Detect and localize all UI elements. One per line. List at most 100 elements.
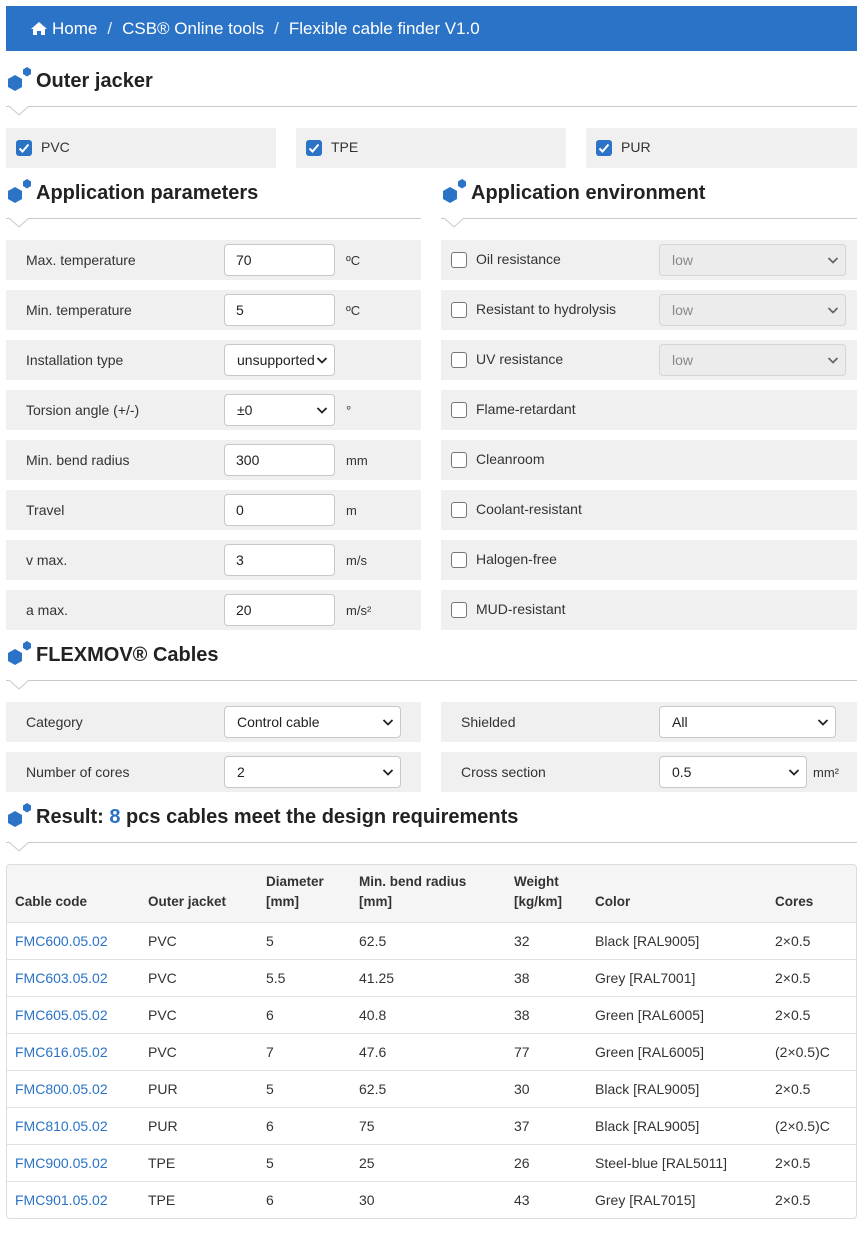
checkbox-uv-resistance[interactable] [451, 352, 467, 368]
chevron-down-icon [382, 719, 394, 726]
cell-diameter: 6 [258, 995, 351, 1033]
cable-code-link[interactable]: FMC810.05.02 [15, 1118, 108, 1134]
check-icon [308, 143, 320, 153]
param-label: v max. [26, 552, 68, 568]
filter-number-of-cores: Number of cores 2 [6, 752, 421, 792]
header-unit: [kg/km] [514, 893, 563, 909]
checkbox-hydrolysis[interactable] [451, 302, 467, 318]
cell-outer-jacket: PUR [140, 1069, 258, 1107]
select-value: low [672, 302, 694, 318]
cable-code-link[interactable]: FMC900.05.02 [15, 1155, 108, 1171]
checkbox-tpe[interactable] [306, 140, 322, 156]
cross-section-select[interactable]: 0.5 [659, 756, 807, 788]
hexagon-dots-icon [8, 641, 31, 665]
cell-color: Green [RAL6005] [587, 1032, 767, 1070]
jacket-option-pur[interactable]: PUR [586, 128, 857, 168]
cell-diameter: 7 [258, 1032, 351, 1070]
cell-outer-jacket: PVC [140, 958, 258, 996]
checkbox-pur[interactable] [596, 140, 612, 156]
env-flame-retardant: Flame-retardant [441, 390, 857, 430]
result-suffix: pcs cables meet the design requirements [126, 806, 519, 828]
cell-color: Black [RAL9005] [587, 921, 767, 959]
param-travel: Travel 0 m [6, 490, 421, 530]
hexagon-dots-icon [8, 67, 31, 91]
category-select[interactable]: Control cable [224, 706, 401, 738]
param-label: a max. [26, 602, 69, 618]
travel-input[interactable]: 0 [224, 494, 335, 526]
cable-code-link[interactable]: FMC800.05.02 [15, 1081, 108, 1097]
divider-notch [443, 218, 465, 228]
checkbox-label: PUR [621, 139, 651, 155]
cell-cable-code: FMC605.05.02 [7, 995, 140, 1033]
hydrolysis-select[interactable]: low [659, 294, 846, 326]
shielded-select[interactable]: All [659, 706, 836, 738]
cable-code-link[interactable]: FMC600.05.02 [15, 933, 108, 949]
result-prefix: Result: [36, 806, 104, 828]
section-flexmov-cables: FLEXMOV® Cables [6, 640, 857, 690]
checkbox-coolant-resistant[interactable] [451, 502, 467, 518]
torsion-angle-select[interactable]: ±0 [224, 394, 335, 426]
filter-shielded: Shielded All [441, 702, 857, 742]
max-temperature-input[interactable]: 70 [224, 244, 335, 276]
a-max-input[interactable]: 20 [224, 594, 335, 626]
checkbox-oil-resistance[interactable] [451, 252, 467, 268]
cell-bend-radius: 30 [351, 1180, 506, 1218]
cell-weight: 30 [506, 1069, 587, 1107]
cell-outer-jacket: PVC [140, 921, 258, 959]
select-value: 0.5 [672, 764, 692, 780]
checkbox-cleanroom[interactable] [451, 452, 467, 468]
checkbox-halogen-free[interactable] [451, 552, 467, 568]
checkbox-flame-retardant[interactable] [451, 402, 467, 418]
header-unit: [mm] [359, 893, 392, 909]
select-value: All [672, 714, 688, 730]
section-application-environment: Application environment [441, 178, 857, 228]
divider-notch [8, 680, 30, 690]
checkbox-label: PVC [41, 139, 70, 155]
cell-weight: 43 [506, 1180, 587, 1218]
number-of-cores-select[interactable]: 2 [224, 756, 401, 788]
installation-type-select[interactable]: unsupported [224, 344, 335, 376]
checkbox-mud-resistant[interactable] [451, 602, 467, 618]
cell-cores: 2×0.5 [767, 1180, 856, 1218]
cell-outer-jacket: PVC [140, 1032, 258, 1070]
column-header-diameter: Diameter [mm] [258, 865, 351, 922]
param-a-max: a max. 20 m/s² [6, 590, 421, 630]
result-table: Cable code Outer jacket Diameter [mm] Min… [6, 864, 857, 1219]
param-label: Installation type [26, 352, 124, 368]
jacket-option-pvc[interactable]: PVC [6, 128, 276, 168]
cell-color: Black [RAL9005] [587, 1069, 767, 1107]
cell-weight: 38 [506, 958, 587, 996]
table-row: FMC600.05.02 PVC 5 62.5 32 Black [RAL900… [7, 921, 856, 959]
checkbox-label: Oil resistance [476, 251, 561, 267]
cable-code-link[interactable]: FMC605.05.02 [15, 1007, 108, 1023]
breadcrumb-online-tools[interactable]: CSB® Online tools [122, 19, 264, 39]
cable-code-link[interactable]: FMC603.05.02 [15, 970, 108, 986]
cell-outer-jacket: TPE [140, 1143, 258, 1181]
cell-bend-radius: 62.5 [351, 1069, 506, 1107]
v-max-input[interactable]: 3 [224, 544, 335, 576]
cable-code-link[interactable]: FMC901.05.02 [15, 1192, 108, 1208]
cell-bend-radius: 25 [351, 1143, 506, 1181]
unit-label: ° [346, 402, 352, 418]
checkbox-pvc[interactable] [16, 140, 32, 156]
divider [6, 218, 421, 219]
cell-diameter: 5 [258, 921, 351, 959]
column-header-min-bend-radius: Min. bend radius [mm] [351, 865, 506, 922]
section-title: Application parameters [36, 182, 259, 204]
oil-resistance-select[interactable]: low [659, 244, 846, 276]
cell-cores: 2×0.5 [767, 995, 856, 1033]
min-temperature-input[interactable]: 5 [224, 294, 335, 326]
min-bend-radius-input[interactable]: 300 [224, 444, 335, 476]
select-value: unsupported [237, 352, 315, 368]
cell-diameter: 5 [258, 1069, 351, 1107]
jacket-option-tpe[interactable]: TPE [296, 128, 566, 168]
uv-resistance-select[interactable]: low [659, 344, 846, 376]
checkbox-label: UV resistance [476, 351, 564, 367]
section-application-parameters: Application parameters [6, 178, 421, 228]
cable-code-link[interactable]: FMC616.05.02 [15, 1044, 108, 1060]
cell-bend-radius: 75 [351, 1106, 506, 1144]
env-mud-resistant: MUD-resistant [441, 590, 857, 630]
cell-color: Grey [RAL7001] [587, 958, 767, 996]
param-max-temperature: Max. temperature 70 ºC [6, 240, 421, 280]
breadcrumb-home[interactable]: Home [52, 19, 97, 39]
